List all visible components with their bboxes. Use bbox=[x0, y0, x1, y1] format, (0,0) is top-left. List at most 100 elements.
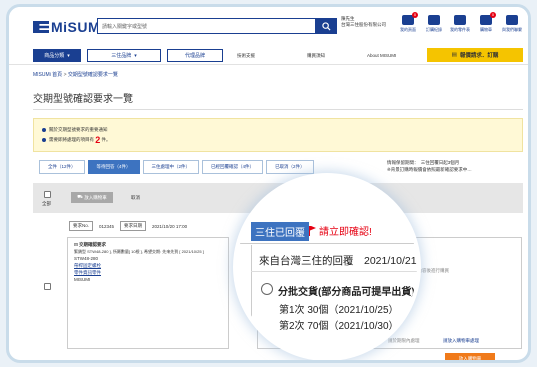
bullet-icon bbox=[42, 138, 46, 142]
logo-mark-icon bbox=[33, 21, 49, 33]
add-to-cart-label: 放入購物車 bbox=[84, 194, 107, 200]
request-card: ⊟ 交期確認要求 緊鎖型 STW48-280 ], 所屬數量] 10根 ], 希… bbox=[67, 237, 229, 349]
urgent-text: 請立即確認! bbox=[319, 227, 372, 238]
account-info[interactable]: 陳先生 台灣三住股份有限公司 bbox=[341, 16, 389, 28]
add-to-cart-bottom-button[interactable]: 放入購物車 bbox=[445, 353, 495, 361]
products-label: 商品分類 bbox=[44, 53, 65, 59]
quote-order-button[interactable]: ▤ 報價請求．訂購 bbox=[427, 48, 523, 62]
split-delivery-label: 分批交貨(部分商品可提早出貨) bbox=[278, 287, 415, 298]
tab-waiting[interactable]: 等待回答（4件） bbox=[87, 160, 140, 174]
delivery-line2: 第2次 70個（2021/10/30） bbox=[279, 321, 399, 332]
add-to-cart-button[interactable]: ⛟ 放入購物車 bbox=[71, 192, 113, 203]
delivery-line1: 第1次 30個（2021/10/25） bbox=[279, 305, 399, 316]
folder-icon bbox=[454, 15, 466, 25]
notice-line1[interactable]: 關於交期型號要求的重要通知 bbox=[49, 127, 108, 132]
card-info-link[interactable]: 零件資訊零件 bbox=[74, 269, 222, 276]
misumi-brand-button[interactable]: 三住品牌 ▾ bbox=[87, 49, 161, 62]
retention-line2: ※背景訂購時報價會依照最新確認要求中… bbox=[387, 167, 472, 172]
contact-icon bbox=[506, 15, 518, 25]
divider bbox=[237, 243, 417, 244]
status-tabs: 全件（12件） 等待回答（4件） 三住處理中（2件） 已經回覆確認（4件） 已取… bbox=[39, 160, 314, 174]
notice-box: 關於交期型號要求的重要通知 需要即將處理的項目有 2 件。 bbox=[33, 118, 523, 152]
search-icon bbox=[321, 21, 331, 31]
order-history-button[interactable]: 訂購紀錄 bbox=[423, 15, 445, 33]
chevron-down-icon: ▾ bbox=[67, 52, 70, 59]
request-meta: 要求No. 012345 要求日期 2021/10/20 17:00 bbox=[69, 221, 187, 231]
request-no: 012345 bbox=[99, 223, 115, 229]
cart-label: 購物車 bbox=[480, 27, 492, 32]
tab-answered[interactable]: 已經回覆確認（4件） bbox=[202, 160, 264, 174]
contact-label: 與我們聯繫 bbox=[502, 27, 522, 32]
page-title: 交期型號確認要求一覽 bbox=[33, 94, 133, 105]
notice-suffix: 件。 bbox=[101, 137, 111, 143]
magnifier-callout: 三住已回覆 請立即確認! 來自台灣三住的回覆 2021/10/21 分批交貨(部… bbox=[237, 177, 417, 357]
search-input[interactable]: 請輸入關鍵字或型號 bbox=[97, 18, 317, 34]
my-page-badge: 0 bbox=[412, 12, 418, 18]
split-delivery-radio[interactable] bbox=[261, 283, 273, 295]
row-checkbox[interactable] bbox=[44, 283, 51, 290]
notice-count: 2 bbox=[95, 135, 101, 145]
flag-icon bbox=[309, 225, 316, 236]
cart-icon: 0 bbox=[480, 12, 496, 25]
retention-info: 情報保留期間： 三住回覆日起3個月 ※背景訂購時報價會依照最新確認要求中… bbox=[387, 159, 517, 173]
cart-icon: ⛟ bbox=[77, 194, 85, 199]
breadcrumb: MISUMi 首頁 > 交期型號確認要求一覽 bbox=[33, 71, 118, 78]
card-title-text: 交期確認要求 bbox=[79, 242, 107, 247]
card-part-no: STW48-280 bbox=[74, 256, 99, 261]
misumi-logo[interactable]: MiSUMi bbox=[33, 19, 105, 35]
quote-order-label: 報價請求．訂購 bbox=[459, 53, 499, 59]
notice-line2: 需要即將處理的項目有 bbox=[49, 137, 94, 143]
guide-link[interactable]: 購買須知 bbox=[307, 53, 325, 59]
divider bbox=[251, 271, 417, 272]
company-name: 台灣三住股份有限公司 bbox=[341, 22, 386, 27]
app-window: MiSUMi 請輸入關鍵字或型號 陳先生 台灣三住股份有限公司 0 我的頁面 訂… bbox=[6, 4, 531, 363]
retention-line1: 情報保留期間： 三住回覆日起3個月 bbox=[387, 160, 460, 165]
bottom-btn-label: 放入購物車 bbox=[458, 355, 482, 361]
breadcrumb-sep: > bbox=[63, 72, 67, 78]
my-page-button[interactable]: 0 我的頁面 bbox=[397, 12, 419, 33]
my-page-icon: 0 bbox=[402, 12, 418, 25]
card-brand: MISUMI bbox=[74, 277, 91, 282]
tab-processing[interactable]: 三住處理中（2件） bbox=[142, 160, 200, 174]
breadcrumb-current: 交期型號確認要求一覽 bbox=[67, 72, 118, 78]
card-product-link[interactable]: 帶桿固定螺栓 bbox=[74, 262, 222, 269]
select-all-checkbox[interactable] bbox=[44, 191, 51, 198]
cart-hint: 請放入購物車處理 bbox=[443, 338, 479, 343]
select-all-label: 全部 bbox=[42, 201, 51, 206]
tab-all[interactable]: 全件（12件） bbox=[39, 160, 85, 174]
status-badge: 三住已回覆 bbox=[251, 222, 309, 241]
reply-from: 來自台灣三住的回覆 2021/10/21 bbox=[259, 255, 417, 267]
my-parts-button[interactable]: 我的零件表 bbox=[449, 15, 471, 33]
urgent-flag: 請立即確認! bbox=[309, 223, 372, 238]
cart-badge: 0 bbox=[490, 12, 496, 18]
agency-brand-label: 代理品牌 bbox=[184, 53, 205, 59]
header: MiSUMi 請輸入關鍵字或型號 陳先生 台灣三住股份有限公司 0 我的頁面 訂… bbox=[9, 7, 528, 45]
tab-cancelled[interactable]: 已取消（2件） bbox=[266, 160, 314, 174]
breadcrumb-home[interactable]: MISUMi 首頁 bbox=[33, 72, 62, 78]
tech-support-link[interactable]: 技術支援 bbox=[237, 53, 255, 59]
my-page-label: 我的頁面 bbox=[400, 27, 416, 32]
my-parts-label: 我的零件表 bbox=[450, 27, 470, 32]
info-icon bbox=[42, 127, 46, 132]
chevron-down-icon: ▾ bbox=[134, 52, 137, 59]
search-button[interactable] bbox=[315, 18, 337, 34]
misumi-brand-label: 三住品牌 bbox=[111, 53, 132, 59]
agency-brand-button[interactable]: 代理品牌 bbox=[167, 49, 223, 62]
search-placeholder: 請輸入關鍵字或型號 bbox=[102, 24, 148, 30]
products-menu-button[interactable]: 商品分類 ▾ bbox=[33, 49, 81, 62]
contact-button[interactable]: 與我們聯繫 bbox=[501, 15, 523, 33]
request-date-label: 要求日期 bbox=[120, 221, 147, 231]
about-link[interactable]: About MISUMI bbox=[367, 53, 396, 58]
header-icons: 0 我的頁面 訂購紀錄 我的零件表 0 購物車 與我們聯繫 bbox=[397, 12, 523, 33]
main-nav: 商品分類 ▾ 三住品牌 ▾ 代理品牌 技術支援 購買須知 About MISUMI … bbox=[9, 47, 528, 65]
cancel-link[interactable]: 取消 bbox=[131, 195, 140, 201]
cart-button[interactable]: 0 購物車 bbox=[475, 12, 497, 33]
request-no-label: 要求No. bbox=[69, 221, 94, 231]
request-date: 2021/10/20 17:00 bbox=[152, 223, 188, 229]
document-icon: ▤ bbox=[451, 52, 457, 58]
divider bbox=[33, 109, 523, 110]
card-spec: 緊鎖型 STW48-280 ], 所屬數量] 10根 ], 希望交期: 先來先到… bbox=[74, 249, 204, 254]
card-title: ⊟ 交期確認要求 bbox=[74, 241, 222, 248]
order-history-label: 訂購紀錄 bbox=[426, 27, 442, 32]
order-history-icon bbox=[428, 15, 440, 25]
